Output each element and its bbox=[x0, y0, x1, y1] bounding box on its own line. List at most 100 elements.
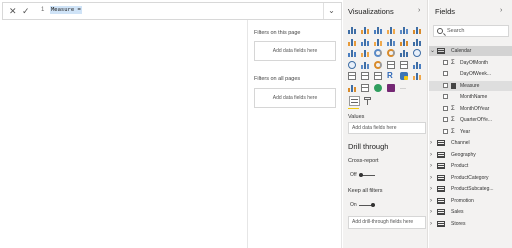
field-row[interactable]: Σ Year bbox=[429, 127, 512, 137]
table-icon[interactable] bbox=[361, 72, 369, 80]
field-row[interactable]: DayOfWeek... bbox=[429, 69, 512, 79]
filters-this-page-drop[interactable]: Add data fields here bbox=[254, 41, 336, 61]
field-name: Year bbox=[460, 128, 471, 135]
chevron-right-icon[interactable]: › bbox=[430, 184, 432, 194]
report-canvas[interactable] bbox=[2, 20, 247, 248]
chevron-right-icon[interactable]: › bbox=[430, 196, 432, 206]
chevron-down-icon[interactable]: ⌄ bbox=[323, 3, 339, 19]
100-column-icon[interactable] bbox=[413, 26, 421, 34]
field-row[interactable]: Σ MonthOfYear bbox=[429, 104, 512, 114]
close-icon[interactable]: ✕ bbox=[9, 6, 17, 17]
fields-well-tab-icon[interactable] bbox=[349, 96, 360, 106]
python-visual-icon[interactable] bbox=[400, 72, 408, 80]
kpi-icon[interactable] bbox=[413, 61, 421, 69]
table-row[interactable]: › ProductCategory bbox=[429, 173, 512, 183]
field-row[interactable]: Measure bbox=[429, 80, 512, 91]
line-clustered-icon[interactable] bbox=[400, 38, 408, 46]
area-chart-icon[interactable] bbox=[361, 38, 369, 46]
filters-all-pages-label: Filters on all pages bbox=[254, 76, 301, 82]
table-row[interactable]: › Sales bbox=[429, 207, 512, 217]
chevron-right-icon[interactable]: › bbox=[418, 7, 420, 14]
scatter-icon[interactable] bbox=[361, 49, 369, 57]
field-checkbox[interactable] bbox=[443, 117, 448, 122]
format-paint-roller-icon[interactable] bbox=[363, 96, 374, 106]
line-chart-icon[interactable] bbox=[348, 38, 356, 46]
chevron-right-icon[interactable]: › bbox=[430, 161, 432, 171]
field-row[interactable]: Σ DayOfMonth bbox=[429, 58, 512, 68]
visualizations-title: Visualizations bbox=[348, 7, 394, 16]
clustered-column-icon[interactable] bbox=[387, 26, 395, 34]
chevron-right-icon[interactable]: › bbox=[430, 138, 432, 148]
field-checkbox[interactable] bbox=[443, 71, 448, 76]
r-visual-icon[interactable]: R bbox=[387, 71, 395, 80]
table-row[interactable]: ⌄ Calendar bbox=[429, 46, 512, 56]
filters-all-pages-drop[interactable]: Add data fields here bbox=[254, 88, 336, 108]
multirow-card-icon[interactable] bbox=[400, 60, 408, 69]
clustered-bar-icon[interactable] bbox=[374, 26, 382, 34]
key-influencers-icon[interactable] bbox=[413, 72, 421, 80]
table-icon bbox=[437, 220, 445, 227]
table-icon bbox=[437, 163, 445, 169]
chevron-down-icon[interactable]: ⌄ bbox=[430, 46, 435, 56]
donut-chart-icon[interactable] bbox=[387, 49, 395, 57]
field-checkbox[interactable] bbox=[443, 105, 448, 111]
keep-filters-toggle-knob[interactable] bbox=[371, 203, 375, 207]
stacked-column-icon[interactable] bbox=[361, 26, 369, 34]
table-icon bbox=[437, 151, 445, 158]
chevron-right-icon[interactable]: › bbox=[500, 7, 502, 14]
ribbon-chart-icon[interactable] bbox=[413, 38, 421, 46]
table-row[interactable]: › Stores bbox=[429, 219, 512, 229]
chevron-right-icon[interactable]: › bbox=[430, 173, 432, 183]
table-row[interactable]: › Product bbox=[429, 161, 512, 171]
chevron-right-icon[interactable]: › bbox=[430, 207, 432, 217]
more-visuals-icon[interactable]: ··· bbox=[400, 84, 408, 92]
stacked-area-icon[interactable] bbox=[374, 38, 382, 46]
slicer-icon[interactable] bbox=[348, 72, 356, 80]
field-name: DayOfMonth bbox=[460, 59, 489, 66]
cross-report-toggle-knob[interactable] bbox=[359, 173, 363, 177]
chevron-right-icon[interactable]: › bbox=[430, 219, 432, 229]
formula-input[interactable]: Measure = bbox=[50, 6, 82, 14]
powerapps-icon[interactable] bbox=[387, 83, 395, 92]
table-row[interactable]: › Geography bbox=[429, 150, 512, 160]
line-number: 1 bbox=[41, 7, 45, 13]
field-checkbox[interactable] bbox=[443, 82, 448, 88]
check-icon[interactable]: ✓ bbox=[22, 6, 30, 17]
table-row[interactable]: › Channel bbox=[429, 138, 512, 148]
search-placeholder: Search bbox=[447, 28, 465, 34]
table-row[interactable]: › ProductSubcateg... bbox=[429, 184, 512, 194]
stacked-bar-icon[interactable] bbox=[348, 26, 356, 34]
field-row[interactable]: Σ QuarterOfYe... bbox=[429, 115, 512, 125]
decomposition-tree-icon[interactable] bbox=[348, 84, 356, 92]
field-checkbox[interactable] bbox=[443, 94, 448, 99]
fields-search-input[interactable]: Search bbox=[433, 25, 509, 37]
keep-filters-label: Keep all filters bbox=[348, 188, 383, 194]
drill-through-title: Drill through bbox=[348, 142, 389, 151]
waterfall-icon[interactable] bbox=[348, 49, 356, 57]
map-icon[interactable] bbox=[413, 49, 421, 57]
line-column-icon[interactable] bbox=[387, 38, 395, 46]
field-checkbox[interactable] bbox=[443, 59, 448, 65]
active-tab-indicator bbox=[348, 108, 359, 109]
funnel-icon[interactable] bbox=[361, 61, 369, 69]
gauge-icon[interactable] bbox=[374, 60, 382, 69]
table-row[interactable]: › Promotion bbox=[429, 196, 512, 206]
table-icon bbox=[437, 140, 445, 146]
values-well[interactable]: Add data fields here bbox=[348, 122, 426, 134]
field-name: QuarterOfYe... bbox=[460, 117, 493, 123]
100-bar-icon[interactable] bbox=[400, 26, 408, 34]
arcgis-icon[interactable] bbox=[374, 83, 382, 92]
field-row[interactable]: MonthName bbox=[429, 92, 512, 102]
matrix-icon[interactable] bbox=[374, 72, 382, 80]
filled-map-icon[interactable] bbox=[348, 60, 356, 69]
chevron-right-icon[interactable]: › bbox=[430, 150, 432, 160]
treemap-icon[interactable] bbox=[400, 49, 408, 57]
field-name: Measure bbox=[460, 82, 480, 89]
table-name: Promotion bbox=[451, 197, 474, 204]
drill-through-well[interactable]: Add drill-through fields here bbox=[348, 216, 426, 229]
field-checkbox[interactable] bbox=[443, 128, 448, 134]
qa-icon[interactable] bbox=[361, 83, 369, 92]
formula-bar[interactable]: ✕ ✓ 1 Measure = ⌄ bbox=[2, 2, 342, 20]
card-icon[interactable] bbox=[387, 60, 395, 69]
pie-chart-icon[interactable] bbox=[374, 49, 382, 57]
